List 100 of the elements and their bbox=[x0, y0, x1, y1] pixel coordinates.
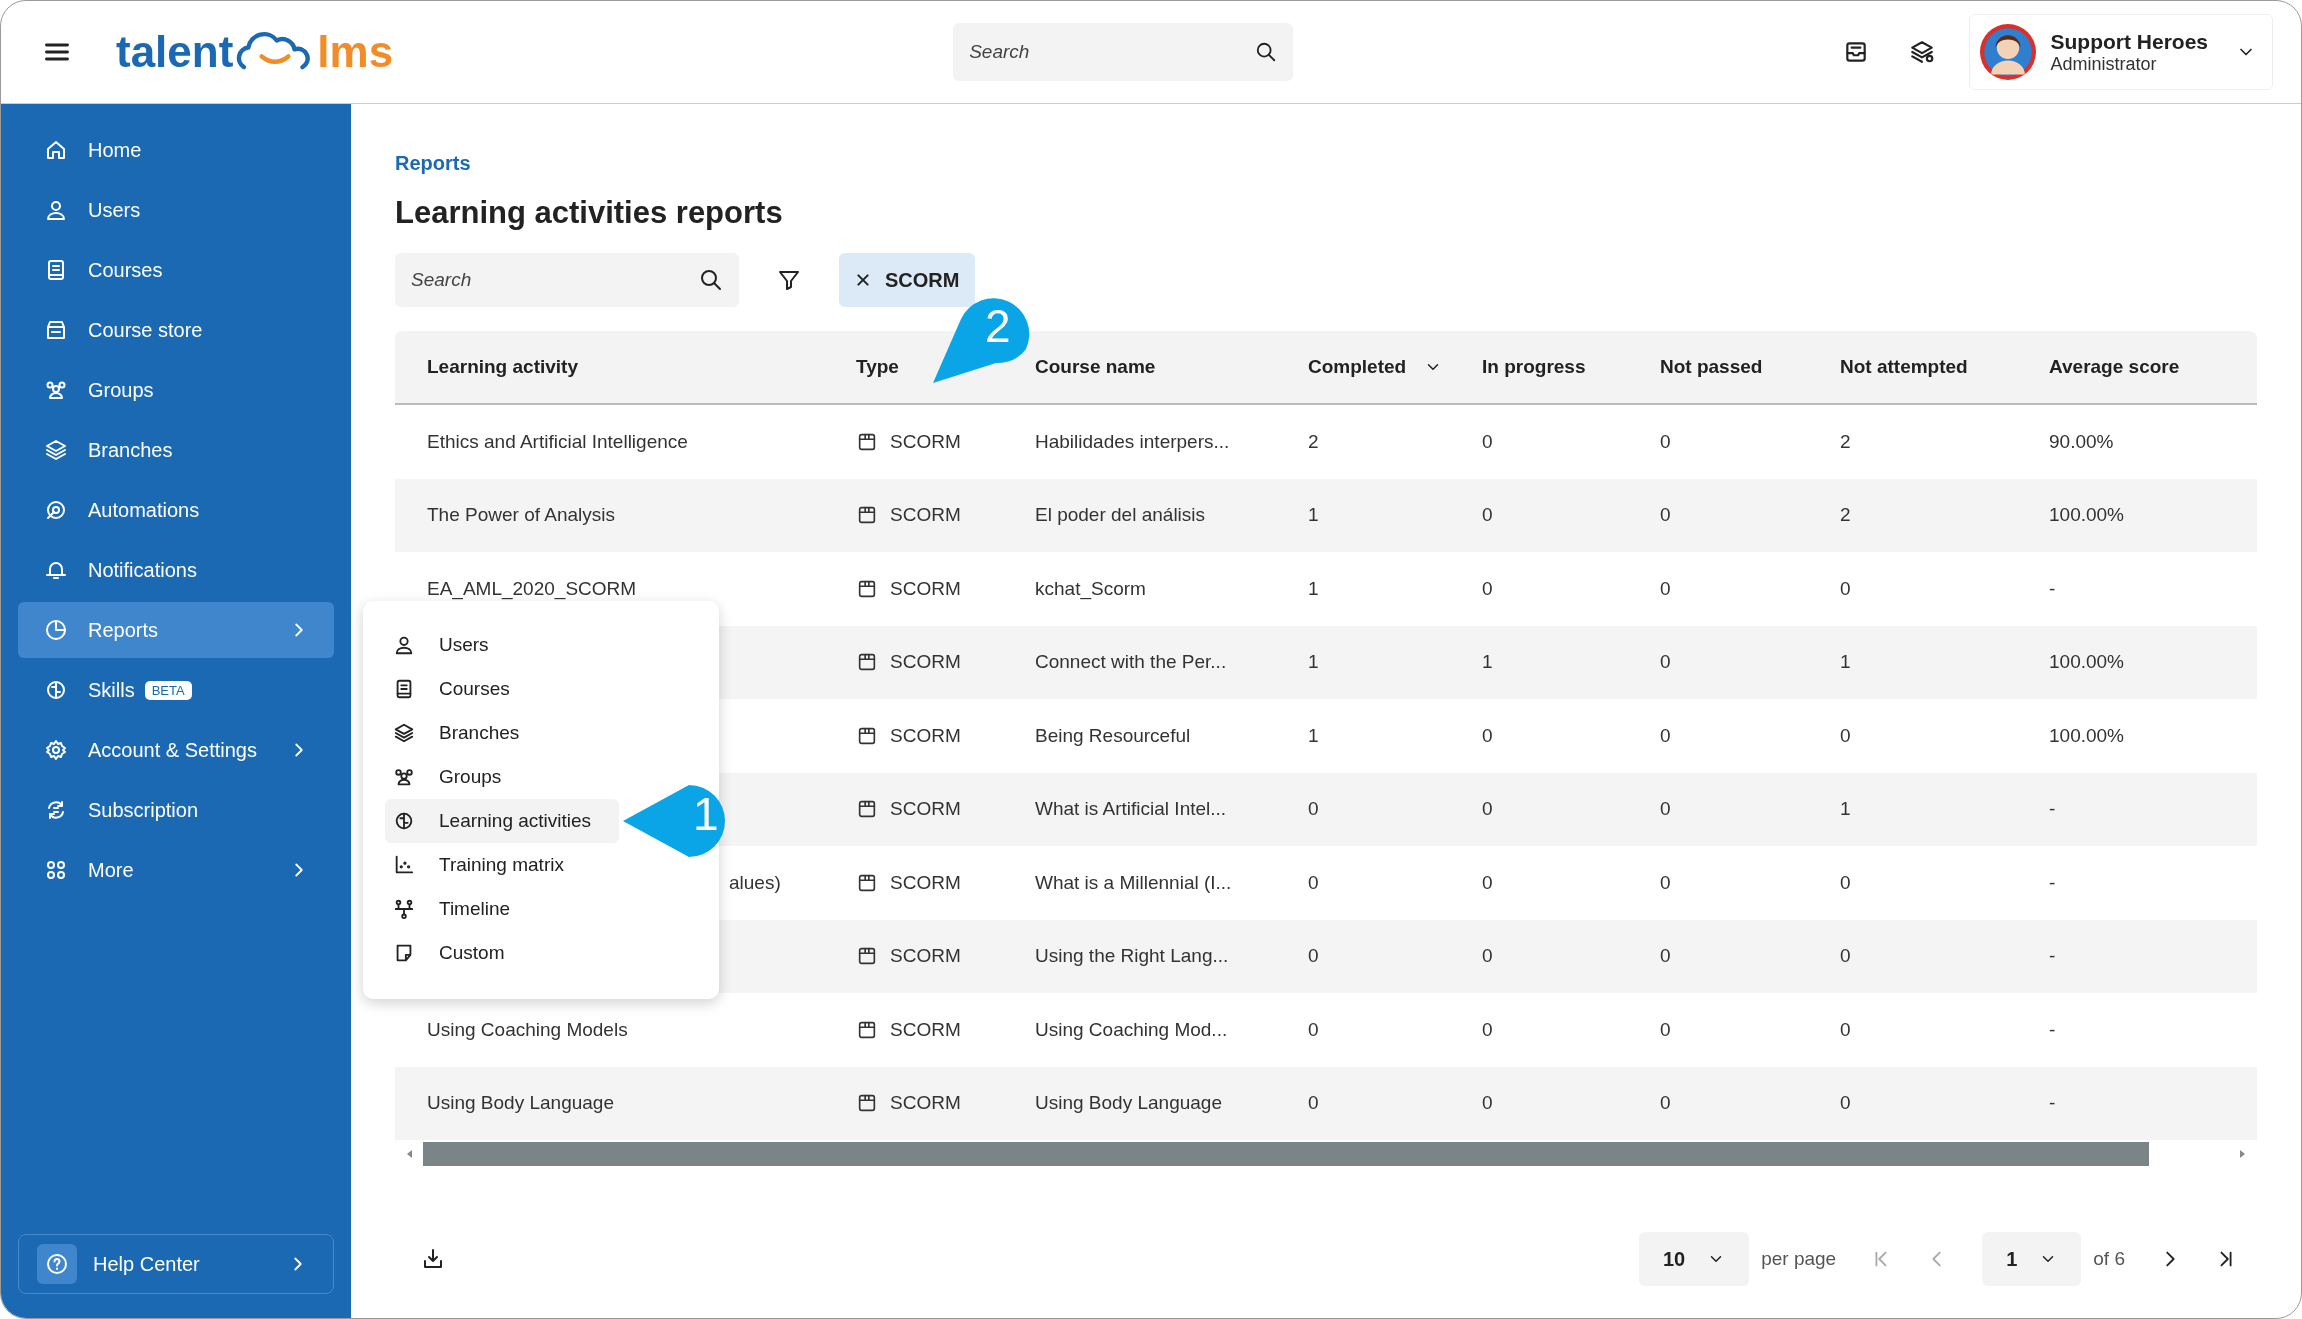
help-icon bbox=[45, 1252, 69, 1276]
table-cell: - bbox=[2049, 577, 2056, 600]
table-cell-text: alues) bbox=[728, 871, 781, 894]
search-icon[interactable] bbox=[699, 268, 723, 292]
table-cell: What is Artificial Intel... bbox=[1035, 798, 1227, 821]
table-cell: 0 bbox=[1840, 1092, 1851, 1115]
table-cell: 0 bbox=[1660, 430, 1671, 453]
table-cell: SCORM bbox=[890, 1092, 961, 1115]
table-cell: 0 bbox=[1482, 945, 1493, 968]
table-cell: 0 bbox=[1660, 798, 1671, 821]
filter-icon[interactable] bbox=[777, 268, 801, 292]
search-field[interactable]: Search bbox=[395, 253, 739, 307]
table-cell: - bbox=[2049, 871, 2056, 894]
menu-item[interactable]: Custom bbox=[385, 931, 619, 975]
user-role: Administrator bbox=[2050, 53, 2158, 75]
layers-icon bbox=[44, 438, 68, 462]
table-cell: SCORM bbox=[890, 724, 961, 747]
table-cell: 0 bbox=[1482, 871, 1493, 894]
table-cell: Using Coaching Mod... bbox=[1035, 1018, 1228, 1041]
column-header[interactable]: Average score bbox=[2035, 331, 2257, 403]
home-icon bbox=[44, 138, 68, 162]
table-cell: 0 bbox=[1482, 504, 1493, 527]
per-page-dropdown[interactable]: 10 bbox=[1638, 1232, 1750, 1286]
table-cell: 0 bbox=[1660, 504, 1671, 527]
table-cell: 0 bbox=[1482, 724, 1493, 747]
table-cell: 0 bbox=[1482, 1018, 1493, 1041]
column-header[interactable]: In progress bbox=[1468, 331, 1646, 403]
table-cell: 0 bbox=[1840, 871, 1851, 894]
menu-item[interactable]: Timeline bbox=[385, 887, 619, 931]
table-cell: 0 bbox=[1840, 1018, 1851, 1041]
gear-icon bbox=[44, 738, 68, 762]
close-icon[interactable] bbox=[855, 272, 871, 288]
nav-item[interactable]: Groups bbox=[18, 362, 334, 418]
nav-item[interactable]: Courses bbox=[18, 242, 334, 298]
nav-item[interactable]: Users bbox=[18, 182, 334, 238]
table-cell: SCORM bbox=[890, 945, 961, 968]
table-cell: 0 bbox=[1660, 871, 1671, 894]
table-cell: 0 bbox=[1308, 871, 1319, 894]
table-cell: - bbox=[2049, 1092, 2056, 1115]
table-cell: - bbox=[2049, 945, 2056, 968]
menu-item[interactable]: Training matrix bbox=[385, 843, 619, 887]
table-cell: 0 bbox=[1482, 798, 1493, 821]
table-cell: 0 bbox=[1482, 1092, 1493, 1115]
help-center-button[interactable]: Help Center bbox=[18, 1234, 334, 1294]
menu-item[interactable]: Groups bbox=[385, 755, 619, 799]
table-cell: 0 bbox=[1840, 945, 1851, 968]
column-header[interactable]: Course name bbox=[1021, 331, 1294, 403]
nav-item[interactable]: Home bbox=[18, 122, 334, 178]
table-cell: 0 bbox=[1308, 798, 1319, 821]
nav-item[interactable]: Notifications bbox=[18, 542, 334, 598]
nav-item[interactable]: Account & Settings bbox=[18, 722, 334, 778]
menu-item[interactable]: Courses bbox=[385, 667, 619, 711]
table-cell: El poder del análisis bbox=[1035, 504, 1206, 527]
user-name: Support Heroes bbox=[2050, 29, 2208, 54]
search-icon[interactable] bbox=[1255, 41, 1278, 63]
nav-item[interactable]: Skills BETA bbox=[18, 662, 334, 718]
column-header[interactable]: Learning activity bbox=[395, 331, 842, 403]
breadcrumb-link[interactable]: Reports bbox=[395, 152, 471, 175]
table-cell: 1 bbox=[1840, 798, 1851, 821]
table-cell: 2 bbox=[1840, 504, 1851, 527]
page-dropdown[interactable]: 1 bbox=[1982, 1232, 2082, 1286]
column-header[interactable]: Not passed bbox=[1646, 331, 1826, 403]
nav-item[interactable]: More bbox=[18, 842, 334, 898]
filter-chip[interactable]: SCORM bbox=[839, 253, 976, 307]
table-cell: 0 bbox=[1660, 1092, 1671, 1115]
logo: talent lms bbox=[116, 27, 394, 77]
table-cell: 0 bbox=[1840, 577, 1851, 600]
beta-badge: BETA bbox=[144, 680, 192, 700]
table-cell: 0 bbox=[1660, 945, 1671, 968]
nav-item[interactable]: Reports bbox=[18, 602, 334, 658]
nav-item[interactable]: Branches bbox=[18, 422, 334, 478]
menu-item[interactable]: Learning activities bbox=[385, 799, 619, 843]
table-cell: Habilidades interpers... bbox=[1035, 430, 1230, 453]
nav-item[interactable]: Subscription bbox=[18, 782, 334, 838]
menu-item[interactable]: Users bbox=[385, 623, 619, 667]
table-cell: 0 bbox=[1840, 724, 1851, 747]
layers-icon[interactable] bbox=[1909, 39, 1936, 65]
table-cell: 2 bbox=[1840, 430, 1851, 453]
per-page-label: per page bbox=[1761, 1248, 1837, 1270]
store-icon bbox=[44, 318, 68, 342]
table-cell: - bbox=[2049, 798, 2056, 821]
nav-item[interactable]: Course store bbox=[18, 302, 334, 358]
pie-icon bbox=[44, 618, 68, 642]
table-cell: 1 bbox=[1308, 577, 1319, 600]
menu-item[interactable]: Branches bbox=[385, 711, 619, 755]
scroll-right-icon[interactable] bbox=[2237, 1149, 2247, 1159]
table-cell: SCORM bbox=[890, 871, 961, 894]
table-cell: Being Resourceful bbox=[1035, 724, 1191, 747]
scroll-left-icon[interactable] bbox=[405, 1149, 415, 1159]
search-field[interactable]: Search bbox=[953, 23, 1294, 81]
column-header[interactable]: Completed bbox=[1294, 331, 1468, 403]
download-icon[interactable] bbox=[421, 1247, 445, 1271]
table-cell: 0 bbox=[1660, 651, 1671, 674]
table-cell: 0 bbox=[1482, 430, 1493, 453]
user-menu[interactable]: Support Heroes Administrator bbox=[1969, 14, 2273, 90]
table-cell: SCORM bbox=[890, 430, 961, 453]
nav-item[interactable]: Automations bbox=[18, 482, 334, 538]
column-header[interactable]: Not attempted bbox=[1826, 331, 2035, 403]
table-cell: 2 bbox=[1308, 430, 1319, 453]
table-cell: 1 bbox=[1308, 724, 1319, 747]
